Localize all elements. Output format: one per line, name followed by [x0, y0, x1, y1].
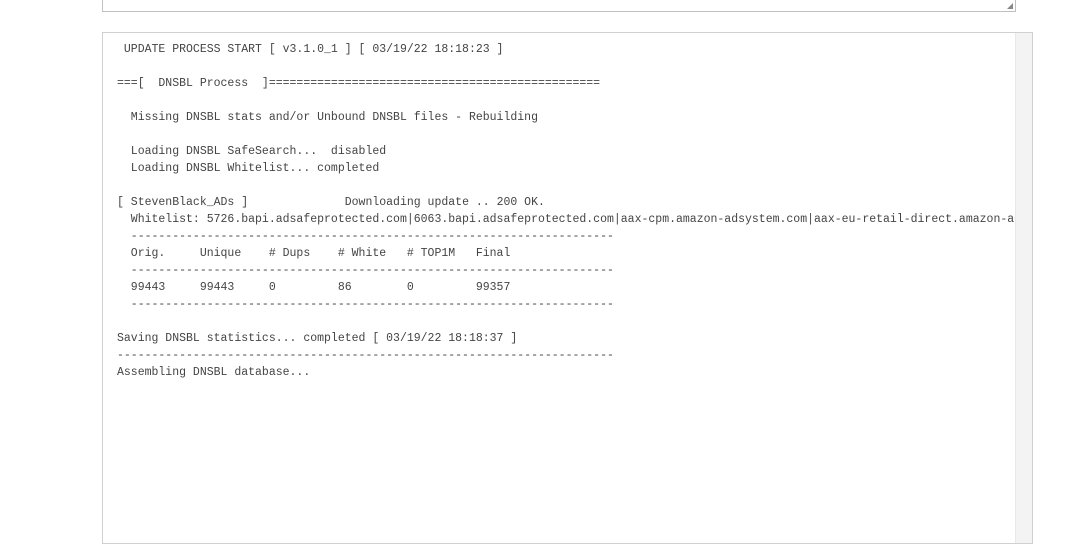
log-line: ----------------------------------------…: [117, 264, 614, 277]
log-line: Assembling DNSBL database...: [117, 366, 310, 379]
scrollbar-vertical[interactable]: [1015, 33, 1032, 543]
log-line: UPDATE PROCESS START [ v3.1.0_1 ] [ 03/1…: [117, 43, 503, 56]
log-line: ----------------------------------------…: [117, 298, 614, 311]
log-line: Saving DNSBL statistics... completed [ 0…: [117, 332, 517, 345]
log-line: Loading DNSBL SafeSearch... disabled: [117, 145, 386, 158]
log-line: Loading DNSBL Whitelist... completed: [117, 162, 379, 175]
resize-handle-icon[interactable]: [1003, 0, 1015, 11]
log-line: Whitelist: 5726.bapi.adsafeprotected.com…: [117, 213, 1032, 226]
log-output-panel: UPDATE PROCESS START [ v3.1.0_1 ] [ 03/1…: [102, 32, 1033, 544]
log-line: Missing DNSBL stats and/or Unbound DNSBL…: [117, 111, 538, 124]
upper-textarea[interactable]: [102, 0, 1016, 12]
log-line: ----------------------------------------…: [117, 230, 614, 243]
log-line: Orig. Unique # Dups # White # TOP1M Fina…: [117, 247, 607, 260]
log-text: UPDATE PROCESS START [ v3.1.0_1 ] [ 03/1…: [103, 33, 1032, 389]
log-line: [ StevenBlack_ADs ] Downloading update .…: [117, 196, 545, 209]
log-line: ----------------------------------------…: [117, 349, 614, 362]
log-line: 99443 99443 0 86 0 99357: [117, 281, 607, 294]
log-line: ===[ DNSBL Process ]====================…: [117, 77, 600, 90]
